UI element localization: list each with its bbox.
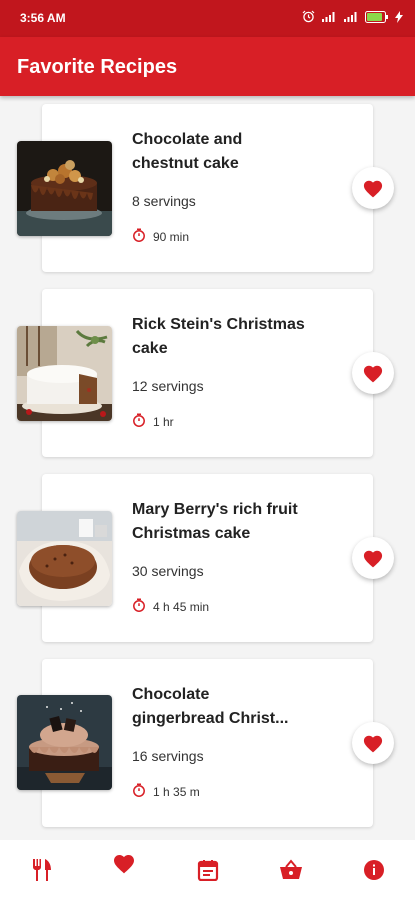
status-time: 3:56 AM bbox=[20, 11, 66, 25]
recipe-image[interactable] bbox=[17, 511, 112, 606]
recipe-image[interactable] bbox=[17, 141, 112, 236]
timer-icon bbox=[132, 228, 146, 245]
heart-icon bbox=[114, 855, 134, 874]
favorite-button[interactable] bbox=[352, 722, 394, 764]
nav-info[interactable] bbox=[359, 855, 389, 885]
nav-shopping[interactable] bbox=[276, 855, 306, 885]
recipe-servings: 16 servings bbox=[132, 748, 204, 764]
timer-icon bbox=[132, 783, 146, 800]
favorite-button[interactable] bbox=[352, 537, 394, 579]
charging-icon bbox=[395, 10, 403, 23]
status-icons bbox=[302, 10, 403, 23]
signal-icon bbox=[321, 11, 337, 23]
signal-icon-2 bbox=[343, 11, 359, 23]
recipe-title: Chocolate and chestnut cake bbox=[132, 131, 243, 172]
nav-favorites[interactable] bbox=[109, 848, 139, 878]
heart-icon bbox=[363, 180, 383, 198]
nav-recipes[interactable] bbox=[27, 855, 57, 885]
basket-icon bbox=[280, 859, 302, 879]
app-bar: Favorite Recipes bbox=[0, 37, 415, 96]
nav-meal-plan[interactable] bbox=[193, 855, 223, 885]
alarm-icon bbox=[302, 10, 315, 23]
recipe-time: 4 h 45 min bbox=[132, 598, 209, 615]
recipe-title: Mary Berry's rich fruit Christmas cake bbox=[132, 501, 298, 542]
recipe-time: 1 h 35 m bbox=[132, 783, 200, 800]
recipe-time: 1 hr bbox=[132, 413, 174, 430]
favorite-button[interactable] bbox=[352, 352, 394, 394]
heart-icon bbox=[363, 550, 383, 568]
calendar-icon bbox=[197, 860, 219, 881]
timer-icon bbox=[132, 598, 146, 615]
recipe-servings: 30 servings bbox=[132, 563, 204, 579]
timer-icon bbox=[132, 413, 146, 430]
favorite-button[interactable] bbox=[352, 167, 394, 209]
recipe-title: Chocolate gingerbread Christ... bbox=[132, 686, 289, 727]
bottom-navigation bbox=[0, 840, 415, 900]
battery-icon bbox=[365, 10, 389, 23]
status-bar: 3:56 AM bbox=[0, 0, 415, 37]
recipe-servings: 12 servings bbox=[132, 378, 204, 394]
recipe-title: Rick Stein's Christmas cake bbox=[132, 316, 305, 357]
info-icon bbox=[364, 860, 384, 880]
recipe-list[interactable]: Chocolate and chestnut cake 8 servings 9… bbox=[0, 96, 415, 840]
recipe-image[interactable] bbox=[17, 326, 112, 421]
recipe-image[interactable] bbox=[17, 695, 112, 790]
fork-knife-icon bbox=[33, 859, 51, 881]
recipe-time: 90 min bbox=[132, 228, 189, 245]
page-title: Favorite Recipes bbox=[17, 56, 178, 78]
heart-icon bbox=[363, 735, 383, 753]
recipe-servings: 8 servings bbox=[132, 193, 196, 209]
heart-icon bbox=[363, 365, 383, 383]
